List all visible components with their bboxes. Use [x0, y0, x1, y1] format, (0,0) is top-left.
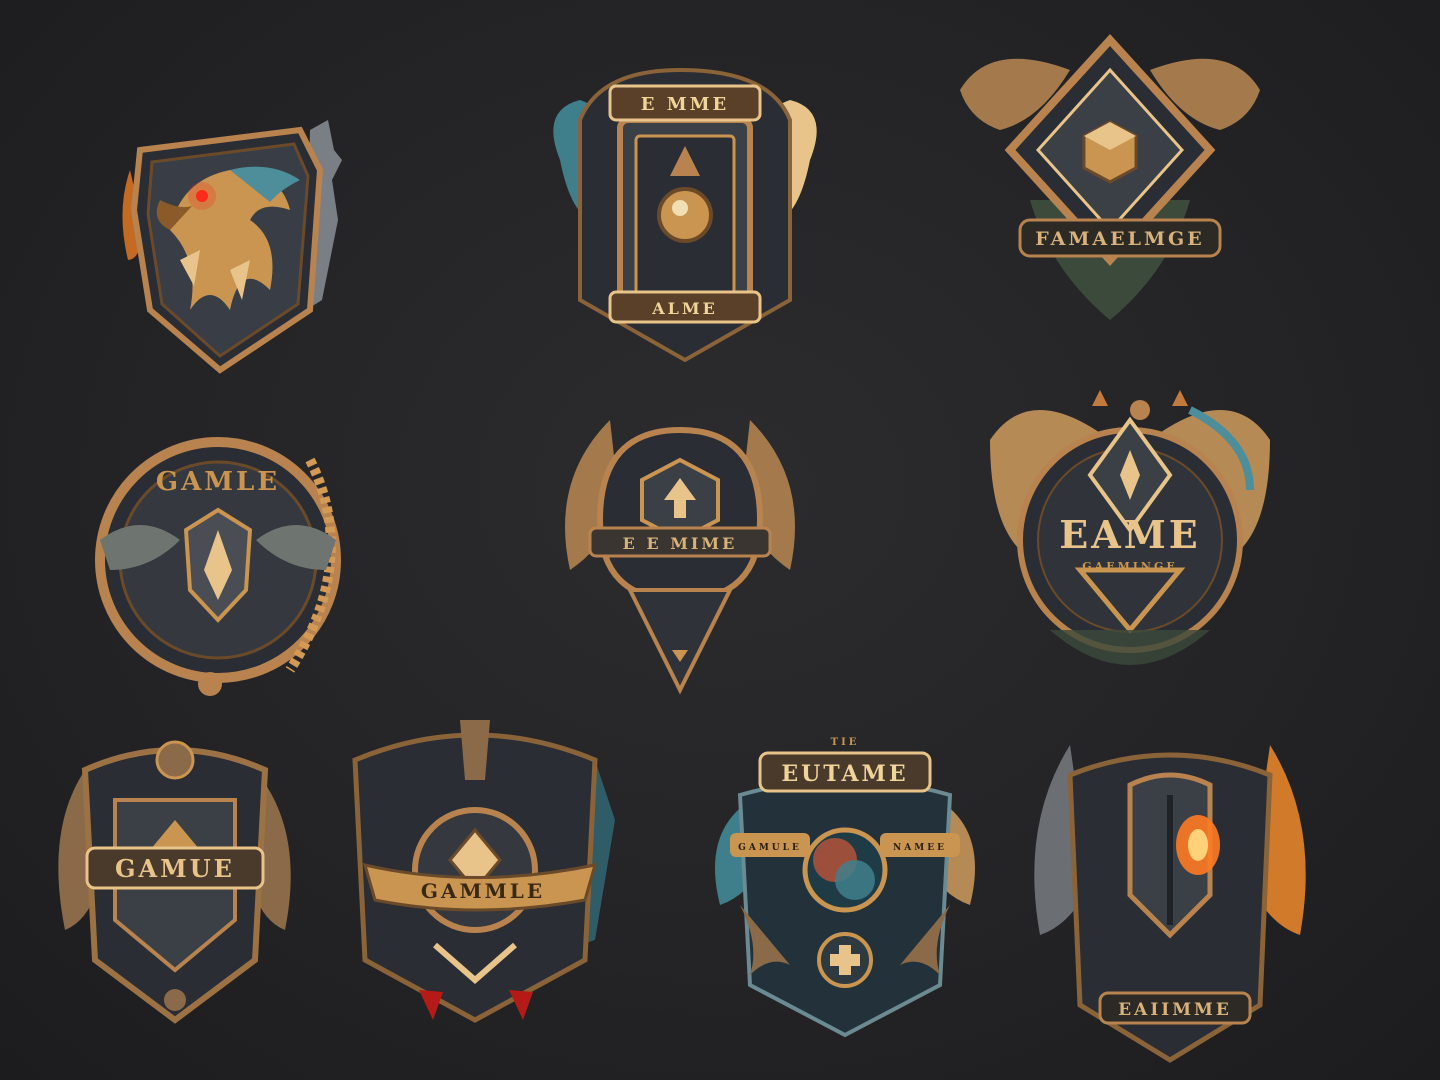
emblem-orb-crest[interactable]: TIE EUTAME GAMULE NAMEE	[700, 725, 990, 1045]
right-ribbon: NAMEE	[893, 843, 947, 853]
emblem-round-shield[interactable]: GAMLE	[90, 420, 350, 700]
emblem-winged-plaque[interactable]: GAMUE	[55, 730, 295, 1030]
crest-subtitle: ALME	[651, 299, 718, 318]
crest-title: E MME	[641, 94, 730, 115]
crest-banner: FAMAELMGE	[1035, 228, 1204, 250]
eagle-head-icon	[122, 120, 342, 374]
crest-title: EAME	[1059, 512, 1200, 557]
left-ribbon: GAMULE	[738, 843, 802, 853]
emblem-eagle-pair[interactable]: EAME GAEMINGE	[990, 380, 1270, 690]
emblem-eagle-shield[interactable]	[110, 110, 350, 380]
crest-banner: GAMUE	[115, 854, 235, 883]
crest-title: GAMLE	[156, 467, 280, 497]
emblem-twin-eagles[interactable]: E MME ALME	[540, 50, 830, 370]
crest-banner: GAMMLE	[421, 879, 545, 903]
crest-title: EUTAME	[781, 761, 908, 787]
emblem-banner-crest[interactable]: GAMMLE	[335, 720, 625, 1040]
emblem-diamond-wings[interactable]: FAMAELMGE	[960, 10, 1260, 330]
crest-banner: EAIIMME	[1118, 1000, 1232, 1020]
crest-subtitle: GAEMINGE	[1082, 560, 1177, 573]
crest-banner: E E MIME	[623, 534, 738, 553]
emblem-arrow-crest[interactable]: E E MIME	[550, 400, 810, 700]
emblem-phoenix-helm[interactable]: EAIIMME	[1030, 735, 1310, 1065]
emblem-sheet: E MME ALME FAMAELMGE GAMLE E E MIME EAME…	[0, 0, 1440, 1080]
crest-tagline: TIE	[831, 737, 860, 748]
